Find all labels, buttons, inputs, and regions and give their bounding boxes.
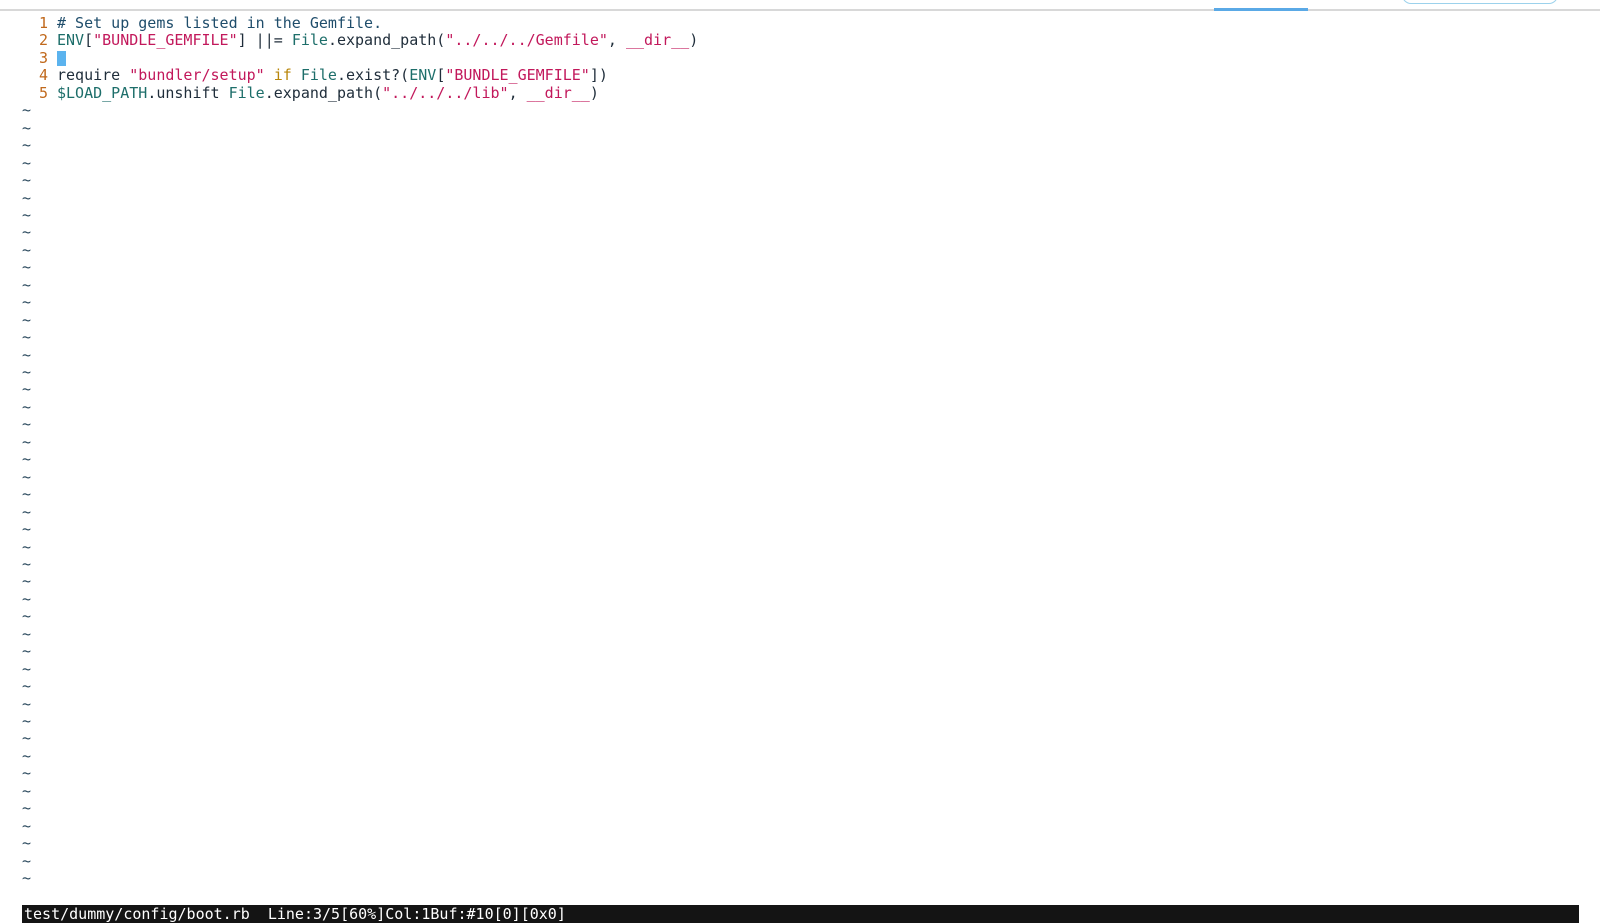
code-token-plain: [ bbox=[84, 31, 94, 50]
empty-line-tilde: ~ bbox=[22, 799, 32, 818]
empty-line-tilde: ~ bbox=[22, 171, 32, 190]
code-token-plain: .expand_path( bbox=[264, 83, 383, 102]
empty-line-tilde: ~ bbox=[22, 712, 32, 730]
empty-line-tilde: ~ bbox=[22, 659, 32, 678]
code-token-plain: .unshift bbox=[147, 83, 229, 102]
code-token-const: ENV bbox=[57, 31, 85, 50]
code-token-const: File bbox=[228, 83, 265, 102]
empty-line-tilde: ~ bbox=[22, 310, 32, 329]
empty-line-tilde: ~ bbox=[22, 485, 32, 504]
empty-line-tilde: ~ bbox=[22, 729, 32, 748]
code-token-string: "BUNDLE_GEMFILE" bbox=[93, 31, 238, 50]
empty-line-tilde: ~ bbox=[22, 432, 32, 451]
line-number: 2 bbox=[38, 31, 48, 50]
top-right-control bbox=[1402, 0, 1558, 4]
empty-line-tilde: ~ bbox=[22, 537, 32, 556]
empty-line-tilde: ~ bbox=[22, 328, 32, 347]
empty-line-tilde: ~ bbox=[22, 380, 32, 399]
line-number: 4 bbox=[38, 66, 48, 85]
code-text bbox=[57, 49, 66, 67]
line-number: 5 bbox=[38, 83, 48, 102]
empty-line-tilde: ~ bbox=[22, 816, 32, 835]
code-token-plain: , bbox=[508, 83, 527, 102]
empty-line-tilde: ~ bbox=[22, 240, 32, 259]
empty-line-tilde: ~ bbox=[22, 397, 32, 416]
empty-line-tilde: ~ bbox=[22, 694, 32, 713]
code-token-plain: .expand_path( bbox=[327, 31, 446, 50]
code-token-global: $LOAD_PATH bbox=[57, 83, 148, 102]
code-token-plain: ) bbox=[689, 31, 699, 50]
code-token-plain: ] ||= bbox=[237, 31, 292, 50]
code-token-plain: ]) bbox=[589, 66, 608, 85]
text-cursor bbox=[57, 50, 66, 66]
empty-line-tilde: ~ bbox=[22, 764, 32, 783]
code-token-string: "BUNDLE_GEMFILE" bbox=[445, 66, 590, 85]
empty-line-tilde: ~ bbox=[22, 467, 32, 486]
code-token-string: __dir__ bbox=[526, 83, 590, 102]
code-token-string: __dir__ bbox=[625, 31, 690, 50]
empty-line-tilde: ~ bbox=[22, 188, 32, 207]
code-token-const: File bbox=[300, 66, 337, 85]
code-token-comment: # Set up gems listed in the Gemfile. bbox=[57, 14, 383, 32]
empty-line-tilde: ~ bbox=[22, 205, 32, 224]
empty-line-tilde: ~ bbox=[22, 851, 32, 870]
empty-line-tilde: ~ bbox=[22, 746, 32, 765]
line-number: 1 bbox=[38, 14, 48, 32]
status-line: test/dummy/config/boot.rb Line:3/5[60%]C… bbox=[22, 905, 1579, 923]
empty-line-tilde: ~ bbox=[22, 589, 32, 608]
code-token-plain: , bbox=[607, 31, 626, 50]
code-token-string: "../../../Gemfile" bbox=[445, 31, 608, 50]
empty-line-tilde: ~ bbox=[22, 293, 32, 312]
code-text: # Set up gems listed in the Gemfile. bbox=[57, 14, 382, 32]
code-token-string: "bundler/setup" bbox=[129, 66, 265, 85]
empty-line-tilde: ~ bbox=[22, 869, 32, 888]
empty-line-tilde: ~ bbox=[22, 502, 32, 521]
code-token-const: File bbox=[291, 31, 328, 50]
empty-line-tilde: ~ bbox=[22, 136, 32, 155]
empty-line-tilde: ~ bbox=[22, 554, 32, 573]
code-token-plain: .exist?( bbox=[336, 66, 410, 85]
empty-line-tilde: ~ bbox=[22, 415, 32, 434]
empty-line-tilde: ~ bbox=[22, 834, 32, 853]
empty-line-tilde: ~ bbox=[22, 363, 32, 381]
code-token-keyword: if bbox=[273, 66, 292, 85]
empty-line-tilde: ~ bbox=[22, 624, 32, 643]
code-text: ENV["BUNDLE_GEMFILE"] ||= File.expand_pa… bbox=[57, 31, 698, 49]
line-number: 3 bbox=[38, 48, 48, 67]
empty-line-tilde: ~ bbox=[22, 450, 32, 469]
empty-line-tilde: ~ bbox=[22, 345, 32, 364]
active-tab-indicator bbox=[1214, 8, 1308, 11]
empty-line-tilde: ~ bbox=[22, 781, 32, 800]
empty-line-tilde: ~ bbox=[22, 223, 32, 242]
code-token-const: ENV bbox=[409, 66, 437, 85]
empty-line-tilde: ~ bbox=[22, 642, 32, 661]
empty-line-tilde: ~ bbox=[22, 677, 32, 696]
code-text: $LOAD_PATH.unshift File.expand_path("../… bbox=[57, 84, 599, 102]
code-token-plain: require bbox=[57, 66, 130, 85]
empty-line-tilde: ~ bbox=[22, 258, 32, 277]
empty-line-tilde: ~ bbox=[22, 520, 32, 539]
empty-line-tilde: ~ bbox=[22, 275, 32, 294]
empty-line-tilde: ~ bbox=[22, 118, 32, 137]
window-top-border bbox=[0, 9, 1600, 11]
code-token-plain: [ bbox=[436, 66, 446, 85]
empty-line-tilde: ~ bbox=[22, 153, 32, 172]
empty-line-tilde: ~ bbox=[22, 101, 32, 120]
code-text: require "bundler/setup" if File.exist?(E… bbox=[57, 66, 608, 84]
empty-line-tilde: ~ bbox=[22, 572, 32, 591]
empty-line-tilde: ~ bbox=[22, 607, 32, 626]
code-token-plain: ) bbox=[589, 83, 599, 102]
code-token-string: "../../../lib" bbox=[382, 83, 509, 102]
